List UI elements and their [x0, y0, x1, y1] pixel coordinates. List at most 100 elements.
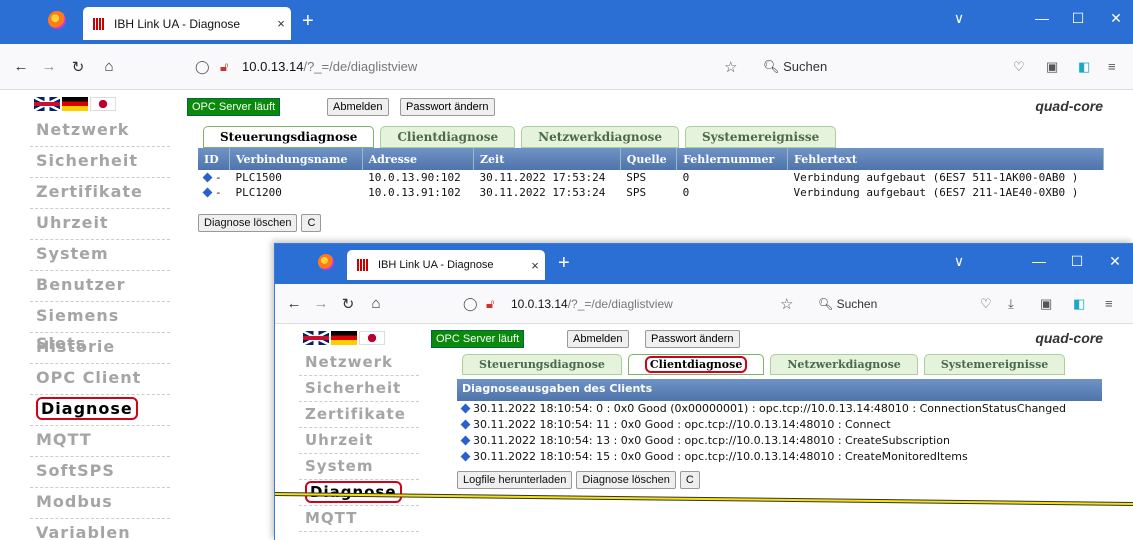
screenshot-icon[interactable]: ▣ — [1046, 59, 1058, 75]
table-cell: Verbindung aufgebaut (6ES7 511-1AK00-0AB… — [788, 170, 1104, 185]
back-icon[interactable]: ← — [283, 295, 305, 312]
flag-uk-icon[interactable] — [303, 331, 329, 345]
maximize-button[interactable]: ☐ — [1065, 253, 1089, 270]
sidebar-item-zertifikate[interactable]: Zertifikate — [30, 178, 170, 209]
tab-netzwerkdiagnose[interactable]: Netzwerkdiagnose — [770, 354, 918, 375]
tab-clientdiagnose[interactable]: Clientdiagnose — [380, 126, 516, 148]
minimize-button[interactable]: — — [1030, 10, 1054, 26]
shield-icon[interactable]: ◯ — [195, 59, 210, 75]
pocket-icon[interactable]: ♡ — [1013, 59, 1025, 75]
list-tabs-icon[interactable]: ∨ — [947, 10, 971, 27]
sidebar-item-sicherheit[interactable]: Sicherheit — [30, 147, 170, 178]
log-text: 30.11.2022 18:10:54: 0 : 0x0 Good (0x000… — [473, 402, 1067, 415]
clear-diagnose-button[interactable]: Diagnose löschen — [198, 214, 298, 232]
sidebar-item-opc-client[interactable]: OPC Client — [30, 364, 170, 395]
sidebar-item-mqtt[interactable]: MQTT — [299, 506, 419, 532]
refresh-icon[interactable]: C — [301, 214, 322, 232]
logout-button[interactable]: Abmelden — [567, 330, 629, 348]
download-icon[interactable]: ⤓ — [1008, 296, 1014, 312]
maximize-button[interactable]: ☐ — [1066, 10, 1090, 27]
sidebar-item-uhrzeit[interactable]: Uhrzeit — [299, 428, 419, 454]
firefox-icon[interactable] — [318, 254, 334, 270]
tab-systemereignisse[interactable]: Systemereignisse — [684, 126, 837, 148]
cell-value: SPS — [626, 171, 647, 184]
shield-icon[interactable]: ◯ — [463, 296, 478, 312]
insecure-lock-icon[interactable]: 🔓︎ — [486, 296, 494, 312]
extension-icon[interactable]: ◧ — [1073, 296, 1085, 312]
close-window-button[interactable]: ✕ — [1104, 10, 1128, 27]
sidebar-item-siemens-slots[interactable]: Siemens Slots — [30, 302, 170, 353]
minimize-button[interactable]: — — [1027, 253, 1051, 269]
sidebar-item-diagnose[interactable]: Diagnose — [30, 395, 170, 426]
extension-icon[interactable]: ◧ — [1078, 59, 1090, 75]
refresh-icon[interactable]: C — [679, 471, 700, 489]
reload-icon[interactable]: ↻ — [337, 295, 359, 313]
download-logfile-button[interactable]: Logfile herunterladen — [457, 471, 573, 489]
sidebar-item-netzwerk[interactable]: Netzwerk — [299, 350, 419, 376]
search-field[interactable]: 🔍︎ Suchen — [818, 297, 877, 311]
url-field[interactable]: 10.0.13.14/?_=/de/diaglistview — [511, 297, 673, 311]
tab-systemereignisse[interactable]: Systemereignisse — [923, 354, 1066, 375]
flag-uk-icon[interactable] — [34, 97, 60, 111]
table-row[interactable]: - PLC1500 10.0.13.90:102 30.11.2022 17:53:2… — [198, 170, 1104, 185]
clear-diagnose-button[interactable]: Diagnose löschen — [576, 471, 676, 489]
close-window-button[interactable]: ✕ — [1103, 253, 1127, 270]
tab-steuerungsdiagnose[interactable]: Steuerungsdiagnose — [203, 126, 375, 148]
flag-de-icon[interactable] — [331, 331, 357, 345]
sidebar-item-sicherheit[interactable]: Sicherheit — [299, 376, 419, 402]
browser-window-overlay: IBH Link UA - Diagnose × + ∨ — ☐ ✕ ← → ↻… — [274, 243, 1133, 540]
screenshot-icon[interactable]: ▣ — [1040, 296, 1052, 312]
browser-tab[interactable]: IBH Link UA - Diagnose × — [347, 250, 545, 280]
new-tab-button[interactable]: + — [302, 11, 314, 31]
sidebar-item-netzwerk[interactable]: Netzwerk — [30, 116, 170, 147]
sidebar-item-zertifikate[interactable]: Zertifikate — [299, 402, 419, 428]
menu-icon[interactable]: ≡ — [1105, 296, 1113, 311]
close-tab-icon[interactable]: × — [271, 16, 291, 31]
reload-icon[interactable]: ↻ — [67, 58, 89, 76]
log-line: 30.11.2022 18:10:54: 15 : 0x0 Good : opc… — [457, 449, 1102, 465]
sidebar-item-mqtt[interactable]: MQTT — [30, 426, 170, 457]
table-row[interactable]: - PLC1200 10.0.13.91:102 30.11.2022 17:53:2… — [198, 185, 1104, 200]
sidebar-item-uhrzeit[interactable]: Uhrzeit — [30, 209, 170, 240]
cell-value: - — [215, 186, 222, 199]
new-tab-button[interactable]: + — [558, 253, 570, 273]
search-field[interactable]: 🔍︎ Suchen — [763, 59, 827, 75]
tab-clientdiagnose[interactable]: Clientdiagnose — [627, 354, 765, 375]
home-icon[interactable]: ⌂ — [98, 58, 120, 75]
cell-value: 0 — [682, 186, 690, 199]
home-icon[interactable]: ⌂ — [365, 295, 387, 312]
flag-jp-icon[interactable] — [90, 97, 116, 111]
menu-icon[interactable]: ≡ — [1108, 59, 1116, 74]
sidebar-item-system[interactable]: System — [299, 454, 419, 480]
bookmark-star-icon[interactable]: ☆ — [724, 58, 737, 76]
forward-icon[interactable]: → — [310, 295, 332, 312]
change-password-button[interactable]: Passwort ändern — [400, 98, 495, 116]
sidebar-item-system[interactable]: System — [30, 240, 170, 271]
url-field[interactable]: 10.0.13.14/?_=/de/diaglistview — [242, 59, 417, 74]
sidebar-item-modbus[interactable]: Modbus — [30, 488, 170, 519]
logout-button[interactable]: Abmelden — [327, 98, 389, 116]
flag-de-icon[interactable] — [62, 97, 88, 111]
column-header: Zeit — [473, 148, 621, 170]
table-cell: PLC1200 — [230, 185, 363, 200]
sidebar-item-variablen[interactable]: Variablen — [30, 519, 170, 540]
forward-icon[interactable]: → — [38, 58, 60, 75]
browser-tab[interactable]: IBH Link UA - Diagnose × — [83, 7, 291, 40]
pocket-icon[interactable]: ♡ — [980, 296, 992, 312]
tab-bar: IBH Link UA - Diagnose × + ∨ — ☐ ✕ — [275, 244, 1133, 284]
firefox-icon[interactable] — [48, 11, 66, 29]
server-status-badge: OPC Server läuft — [187, 98, 281, 116]
sidebar-item-benutzer[interactable]: Benutzer — [30, 271, 170, 302]
close-tab-icon[interactable]: × — [525, 258, 545, 273]
sidebar-item-softsps[interactable]: SoftSPS — [30, 457, 170, 488]
list-tabs-icon[interactable]: ∨ — [947, 253, 971, 270]
sidebar-item-historie[interactable]: Historie — [30, 333, 170, 364]
insecure-lock-icon[interactable]: 🔓︎ — [220, 59, 228, 75]
tab-netzwerkdiagnose[interactable]: Netzwerkdiagnose — [521, 126, 679, 148]
back-icon[interactable]: ← — [10, 58, 32, 75]
table-cell: SPS — [620, 185, 676, 200]
bookmark-star-icon[interactable]: ☆ — [780, 295, 793, 313]
change-password-button[interactable]: Passwort ändern — [645, 330, 740, 348]
tab-steuerungsdiagnose[interactable]: Steuerungsdiagnose — [462, 354, 622, 375]
flag-jp-icon[interactable] — [359, 331, 385, 345]
